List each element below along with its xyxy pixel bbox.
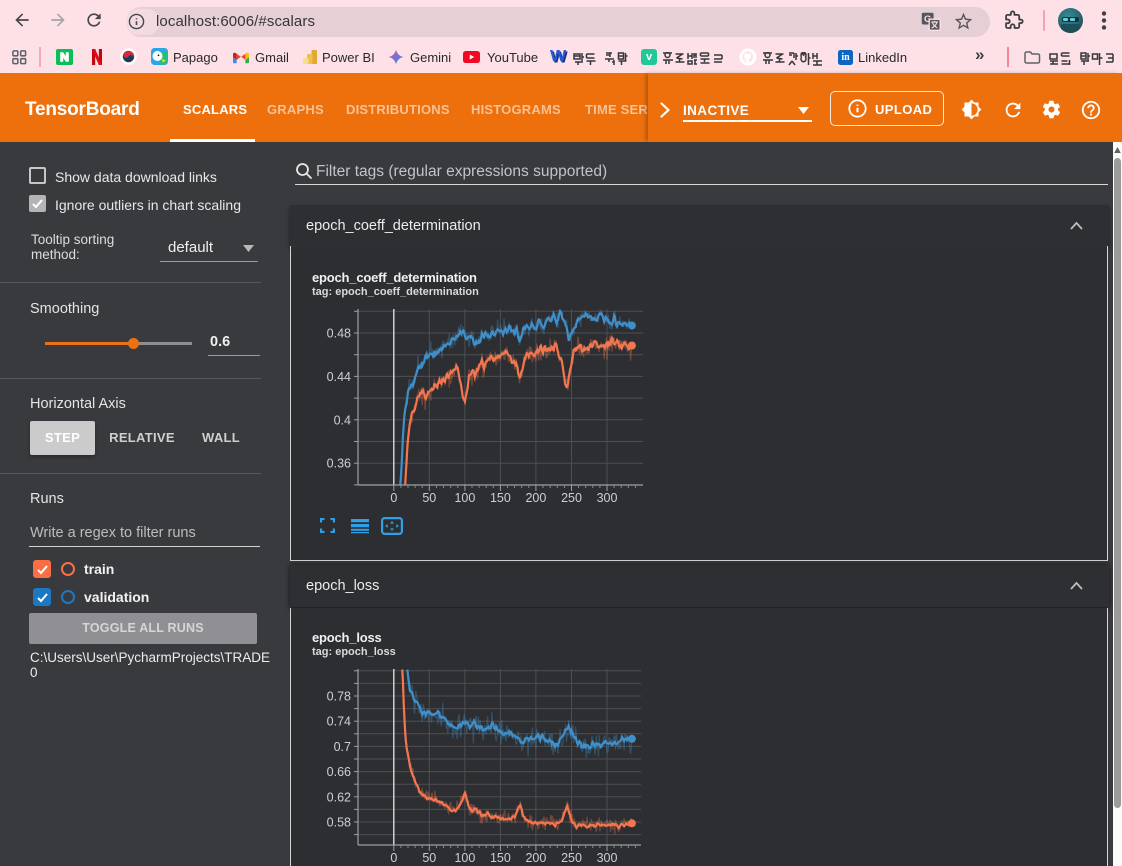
svg-text:0.4: 0.4 — [334, 413, 351, 427]
svg-text:250: 250 — [561, 851, 582, 865]
svg-text:0.48: 0.48 — [327, 327, 351, 341]
svg-text:150: 150 — [490, 851, 511, 865]
svg-text:0.78: 0.78 — [327, 690, 351, 704]
svg-text:250: 250 — [561, 491, 582, 505]
svg-text:0.74: 0.74 — [327, 715, 351, 729]
svg-text:200: 200 — [525, 491, 546, 505]
svg-text:0: 0 — [390, 851, 397, 865]
svg-text:50: 50 — [422, 491, 436, 505]
svg-text:0.58: 0.58 — [327, 816, 351, 830]
svg-text:50: 50 — [422, 851, 436, 865]
svg-text:300: 300 — [597, 491, 618, 505]
svg-text:100: 100 — [454, 851, 475, 865]
svg-text:150: 150 — [490, 491, 511, 505]
svg-text:0.36: 0.36 — [327, 457, 351, 471]
svg-text:100: 100 — [454, 491, 475, 505]
svg-text:0.66: 0.66 — [327, 765, 351, 779]
svg-text:0: 0 — [390, 491, 397, 505]
svg-text:300: 300 — [597, 851, 618, 865]
svg-text:0.62: 0.62 — [327, 790, 351, 804]
svg-text:0.7: 0.7 — [334, 740, 351, 754]
svg-text:200: 200 — [525, 851, 546, 865]
svg-text:0.44: 0.44 — [327, 370, 351, 384]
